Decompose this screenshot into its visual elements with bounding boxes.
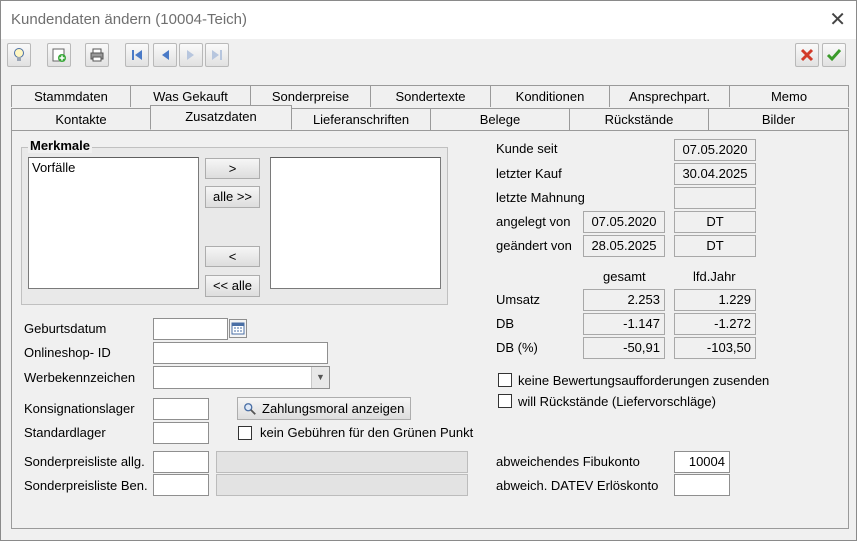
angelegt-von-label: angelegt von xyxy=(496,214,571,229)
datev-erloeskonto-label: abweich. DATEV Erlöskonto xyxy=(496,478,659,493)
last-record-icon xyxy=(212,50,222,60)
print-button[interactable] xyxy=(85,43,109,67)
cancel-icon xyxy=(800,48,814,62)
umsatz-lfd-jahr: 1.229 xyxy=(674,289,756,311)
calendar-button[interactable] xyxy=(229,319,247,338)
tab-sondertexte[interactable]: Sondertexte xyxy=(370,85,491,107)
sonderpreisliste-allg-field[interactable] xyxy=(153,451,209,473)
letzte-mahnung-label: letzte Mahnung xyxy=(496,190,585,205)
previous-record-button[interactable] xyxy=(153,43,177,67)
fibukonto-label: abweichendes Fibukonto xyxy=(496,454,640,469)
tab-ansprechpartner[interactable]: Ansprechpart. xyxy=(609,85,730,107)
angelegt-date: 07.05.2020 xyxy=(583,211,665,233)
tab-rueckstaende[interactable]: Rückstände xyxy=(569,108,709,130)
standardlager-label: Standardlager xyxy=(24,425,106,440)
sonderpreisliste-allg-name xyxy=(216,451,468,473)
title-bar: Kundendaten ändern (10004-Teich) ✕ xyxy=(1,1,856,39)
customer-edit-window: Kundendaten ändern (10004-Teich) ✕ Stamm… xyxy=(0,0,857,541)
sonderpreisliste-ben-name xyxy=(216,474,468,496)
geburtsdatum-label: Geburtsdatum xyxy=(24,321,107,336)
merkmale-selected-list[interactable] xyxy=(270,157,441,289)
checkmark-icon xyxy=(826,49,842,62)
next-record-button[interactable] xyxy=(179,43,203,67)
first-record-button[interactable] xyxy=(125,43,149,67)
window-title: Kundendaten ändern (10004-Teich) xyxy=(11,11,248,28)
tab-konditionen[interactable]: Konditionen xyxy=(490,85,610,107)
add-merkmal-button[interactable]: > xyxy=(205,158,260,179)
werbekennzeichen-label: Werbekennzeichen xyxy=(24,370,136,385)
db-gesamt: -1.147 xyxy=(583,313,665,335)
calendar-icon xyxy=(231,322,245,335)
previous-record-icon xyxy=(162,50,169,60)
tab-sonderpreise[interactable]: Sonderpreise xyxy=(250,85,371,107)
tab-lieferanschriften[interactable]: Lieferanschriften xyxy=(291,108,431,130)
magnifier-icon xyxy=(243,401,257,422)
db-percent-lfd-jahr: -103,50 xyxy=(674,337,756,359)
db-lfd-jahr: -1.272 xyxy=(674,313,756,335)
letzter-kauf-label: letzter Kauf xyxy=(496,166,562,181)
add-all-merkmale-button[interactable]: alle >> xyxy=(205,186,260,208)
tab-zusatzdaten[interactable]: Zusatzdaten xyxy=(150,105,292,130)
letzter-kauf-value: 30.04.2025 xyxy=(674,163,756,185)
merkmale-available-list[interactable]: Vorfälle xyxy=(28,157,199,289)
standardlager-field[interactable] xyxy=(153,422,209,444)
gesamt-column-header: gesamt xyxy=(603,269,646,284)
sonderpreisliste-allg-label: Sonderpreisliste allg. xyxy=(24,454,145,469)
gruener-punkt-label: kein Gebühren für den Grünen Punkt xyxy=(260,425,474,440)
keine-bewertung-checkbox[interactable] xyxy=(498,373,512,387)
rueckstaende-label: will Rückstände (Liefervorschläge) xyxy=(518,394,716,409)
gruener-punkt-checkbox[interactable] xyxy=(238,426,252,440)
umsatz-label: Umsatz xyxy=(496,292,541,307)
rueckstaende-checkbox[interactable] xyxy=(498,394,512,408)
hint-button[interactable] xyxy=(7,43,31,67)
letzte-mahnung-value xyxy=(674,187,756,209)
printer-icon xyxy=(90,48,104,62)
lightbulb-icon xyxy=(14,48,24,61)
konsignationslager-label: Konsignationslager xyxy=(24,401,135,416)
next-record-icon xyxy=(187,50,194,60)
tab-memo[interactable]: Memo xyxy=(729,85,849,107)
remove-merkmal-button[interactable]: < xyxy=(205,246,260,267)
geaendert-von-label: geändert von xyxy=(496,238,572,253)
db-label: DB xyxy=(496,316,515,331)
tab-bilder[interactable]: Bilder xyxy=(708,108,849,130)
geaendert-date: 28.05.2025 xyxy=(583,235,665,257)
umsatz-gesamt: 2.253 xyxy=(583,289,665,311)
onlineshop-id-field[interactable] xyxy=(153,342,328,364)
tab-belege[interactable]: Belege xyxy=(430,108,570,130)
ok-button[interactable] xyxy=(822,43,846,67)
tab-was-gekauft[interactable]: Was Gekauft xyxy=(130,85,251,107)
kunde-seit-value: 07.05.2020 xyxy=(674,139,756,161)
db-percent-gesamt: -50,91 xyxy=(583,337,665,359)
onlineshop-id-label: Onlineshop- ID xyxy=(24,345,111,360)
new-document-icon xyxy=(52,48,66,62)
fibukonto-field[interactable]: 10004 xyxy=(674,451,730,473)
konsignationslager-field[interactable] xyxy=(153,398,209,420)
geaendert-user: DT xyxy=(674,235,756,257)
new-record-button[interactable] xyxy=(47,43,71,67)
cancel-button[interactable] xyxy=(795,43,819,67)
close-icon[interactable]: ✕ xyxy=(829,7,846,32)
geburtsdatum-field[interactable] xyxy=(153,318,228,340)
first-record-icon xyxy=(132,50,142,60)
remove-all-merkmale-button[interactable]: << alle xyxy=(205,275,260,297)
zahlungsmoral-button[interactable]: Zahlungsmoral anzeigen xyxy=(237,397,411,420)
last-record-button[interactable] xyxy=(205,43,229,67)
sonderpreisliste-ben-field[interactable] xyxy=(153,474,209,496)
zahlungsmoral-label: Zahlungsmoral anzeigen xyxy=(262,401,405,416)
tab-stammdaten[interactable]: Stammdaten xyxy=(11,85,131,107)
angelegt-user: DT xyxy=(674,211,756,233)
kunde-seit-label: Kunde seit xyxy=(496,141,558,156)
tab-kontakte[interactable]: Kontakte xyxy=(11,108,151,130)
chevron-down-icon[interactable]: ▼ xyxy=(311,367,329,388)
sonderpreisliste-ben-label: Sonderpreisliste Ben. xyxy=(24,478,148,493)
merkmale-legend: Merkmale xyxy=(28,138,92,153)
lfd-jahr-column-header: lfd.Jahr xyxy=(693,269,736,284)
toolbar xyxy=(1,39,856,73)
list-item[interactable]: Vorfälle xyxy=(32,160,195,175)
datev-erloeskonto-field[interactable] xyxy=(674,474,730,496)
keine-bewertung-label: keine Bewertungsaufforderungen zusenden xyxy=(518,373,770,388)
werbekennzeichen-select[interactable] xyxy=(153,366,330,389)
db-percent-label: DB (%) xyxy=(496,340,538,355)
